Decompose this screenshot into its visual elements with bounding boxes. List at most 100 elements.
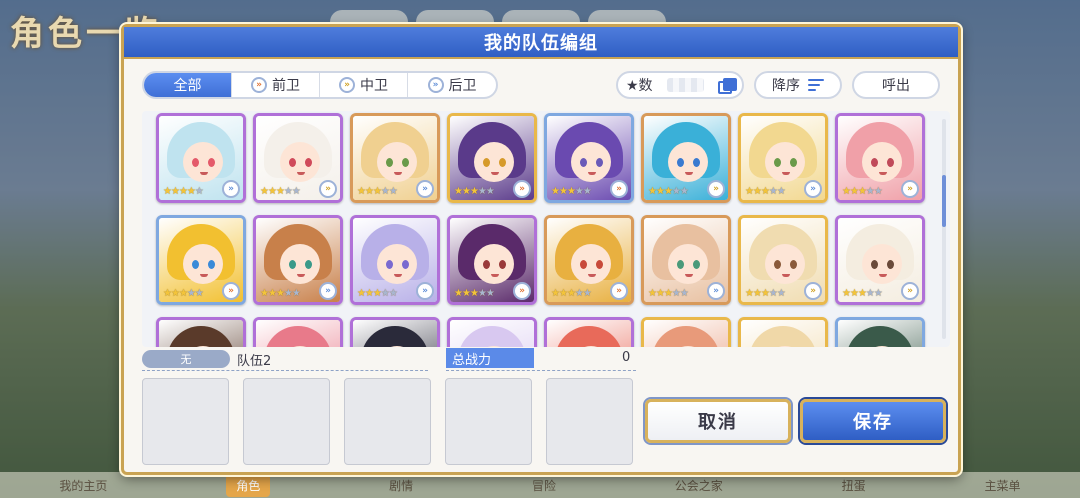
character-card[interactable]: ★★★★★» [350, 215, 440, 305]
star-icon: ★ [752, 186, 762, 197]
call-button[interactable]: 呼出 [852, 71, 940, 99]
descending-icon [808, 79, 824, 91]
sort-key-button[interactable]: ★数 [616, 71, 744, 99]
character-eye [289, 260, 296, 269]
position-icon: » [804, 282, 822, 300]
character-hair [555, 326, 623, 347]
star-icon: ★ [357, 186, 366, 197]
character-card[interactable]: ★★★★★» [641, 317, 731, 347]
character-card[interactable]: ★★★★★» [253, 215, 343, 305]
character-card[interactable]: ★★★★★ » [156, 215, 246, 305]
character-card[interactable]: ★★★★★» [738, 215, 828, 305]
star-icon: ★ [372, 186, 382, 197]
character-card[interactable]: ★★★★★» [738, 317, 828, 347]
star-icon: ★ [380, 186, 390, 197]
grid-scrollbar[interactable] [942, 119, 946, 339]
star-icon: ★ [461, 288, 471, 299]
nav-item: 我的主页 [59, 478, 108, 493]
star-rating: ★★★★★ [163, 288, 204, 299]
character-card[interactable]: ★★★★★» [738, 113, 828, 203]
filter-all-button[interactable]: 全部 [144, 73, 232, 97]
star-icon: ★ [454, 288, 463, 299]
sort-order-button[interactable]: 降序 [754, 71, 842, 99]
star-icon: ★ [671, 288, 681, 299]
team-slot[interactable] [243, 378, 330, 465]
character-face [571, 244, 611, 284]
position-icon: » [610, 282, 628, 300]
team-slot[interactable] [546, 378, 633, 465]
position-icon: » [513, 180, 531, 198]
call-label: 呼出 [882, 78, 910, 94]
star-icon: ★ [267, 186, 277, 197]
star-icon: ★ [752, 288, 762, 299]
total-power-value: 0 [622, 350, 631, 365]
filter-front-button[interactable]: » 前卫 [232, 73, 320, 97]
star-rating: ★★★★★ [842, 186, 883, 197]
character-card[interactable]: ★★★★★» [253, 317, 343, 347]
cancel-button[interactable]: 取消 [645, 399, 791, 443]
star-icon: ★ [275, 186, 285, 197]
team-edit-dialog: 我的队伍编组 全部 » 前卫 » 中卫 » 后卫 ★数 降序 呼出 ★★★★★ … [121, 24, 961, 475]
character-eye [677, 260, 684, 269]
star-icon: ★ [267, 288, 277, 299]
character-face [862, 244, 902, 284]
character-card[interactable]: ★★★★★» [447, 215, 537, 305]
character-card[interactable]: ★★★★★» [156, 113, 246, 203]
save-button[interactable]: 保存 [800, 399, 946, 443]
star-icon: ★ [776, 288, 786, 299]
nav-item: 主菜单 [984, 478, 1021, 493]
star-icon: ★ [760, 186, 770, 197]
team-slot[interactable] [344, 378, 431, 465]
character-hair [361, 326, 429, 347]
character-portrait [547, 320, 631, 347]
character-eye [305, 260, 312, 269]
star-icon: ★ [364, 186, 374, 197]
character-face [862, 142, 902, 182]
character-face [474, 142, 514, 182]
character-grid: ★★★★★» ★★★★★» ★★★★★» ★★★★★» ★★★★★» ★★★★★» ★★★★… [156, 113, 925, 347]
character-card[interactable]: ★★★★★» [447, 113, 537, 203]
character-grid-area: ★★★★★» ★★★★★» ★★★★★» ★★★★★» ★★★★★» ★★★★★» ★★★★… [142, 111, 950, 347]
character-card[interactable]: ★★★★★» [544, 113, 634, 203]
character-portrait [353, 320, 437, 347]
character-card[interactable]: ★★★★★» [544, 317, 634, 347]
position-icon: » [222, 282, 240, 300]
character-face [377, 244, 417, 284]
character-card[interactable]: ★★★★★» [350, 317, 440, 347]
position-icon: » [416, 180, 434, 198]
character-card[interactable]: ★★★★★» [350, 113, 440, 203]
star-rating: ★★★★★ [745, 186, 786, 197]
star-icon: ★ [364, 288, 374, 299]
character-card[interactable]: ★★★★★» [156, 317, 246, 347]
scroll-thumb[interactable] [942, 175, 946, 227]
character-card[interactable]: ★★★★★» [835, 113, 925, 203]
character-card[interactable]: ★★★★★» [544, 215, 634, 305]
filter-middle-button[interactable]: » 中卫 [320, 73, 408, 97]
character-card[interactable]: ★★★★★» [253, 113, 343, 203]
star-icon: ★ [454, 186, 463, 197]
character-card[interactable]: ★★★★★» [641, 215, 731, 305]
star-icon: ★ [849, 186, 859, 197]
character-card[interactable]: ★★★★★» [641, 113, 731, 203]
star-icon: ★ [291, 288, 301, 299]
position-filter: 全部 » 前卫 » 中卫 » 后卫 [142, 71, 498, 99]
star-icon: ★ [655, 186, 665, 197]
star-icon: ★ [357, 288, 366, 299]
star-rating: ★★★★★ [745, 288, 786, 299]
filter-all-label: 全部 [173, 78, 202, 94]
nav-item: 公会之家 [674, 478, 723, 493]
star-icon: ★ [768, 186, 778, 197]
star-icon: ★ [186, 288, 196, 299]
star-icon: ★ [865, 186, 875, 197]
filter-back-button[interactable]: » 后卫 [408, 73, 496, 97]
star-icon: ★ [566, 288, 576, 299]
position-icon: » [319, 282, 337, 300]
team-slot[interactable] [142, 378, 229, 465]
character-card[interactable]: ★★★★★» [835, 215, 925, 305]
team-slot[interactable] [445, 378, 532, 465]
star-icon: ★ [663, 186, 673, 197]
character-card[interactable]: ★★★★★» [447, 317, 537, 347]
character-card[interactable]: ★★★★★» [835, 317, 925, 347]
position-icon: » [610, 180, 628, 198]
star-icon: ★ [558, 288, 568, 299]
